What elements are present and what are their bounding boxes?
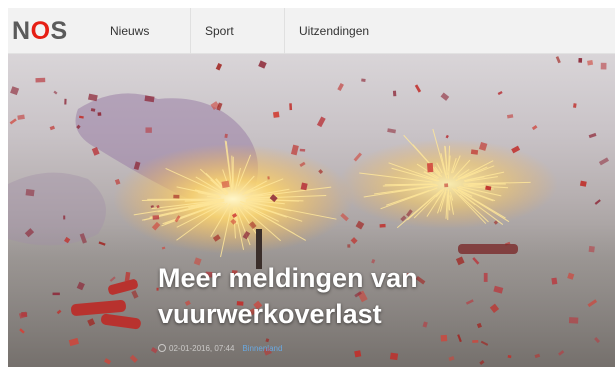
logo-letter-o: O bbox=[30, 16, 51, 45]
main-nav: Nieuws Sport Uitzendingen bbox=[96, 8, 395, 54]
article-category-link[interactable]: Binnenland bbox=[242, 344, 282, 353]
nav-item-sport[interactable]: Sport bbox=[191, 8, 285, 54]
article-headline[interactable]: Meer meldingen van vuurwerkoverlast bbox=[158, 260, 578, 332]
top-navigation-bar: NOS Nieuws Sport Uitzendingen bbox=[8, 8, 615, 54]
nav-item-uitzendingen[interactable]: Uitzendingen bbox=[285, 8, 395, 54]
clock-icon bbox=[158, 344, 166, 352]
logo-letter-n: N bbox=[12, 16, 31, 45]
page: NOS Nieuws Sport Uitzendingen Meer meldi… bbox=[8, 8, 615, 367]
hero-article-card[interactable]: Meer meldingen van vuurwerkoverlast 02-0… bbox=[8, 54, 615, 367]
nav-item-nieuws[interactable]: Nieuws bbox=[96, 8, 191, 54]
nos-logo[interactable]: NOS bbox=[12, 17, 68, 45]
logo-letter-s: S bbox=[50, 16, 68, 45]
article-meta: 02-01-2016, 07:44 Binnenland bbox=[158, 341, 282, 355]
article-timestamp: 02-01-2016, 07:44 bbox=[169, 343, 235, 353]
